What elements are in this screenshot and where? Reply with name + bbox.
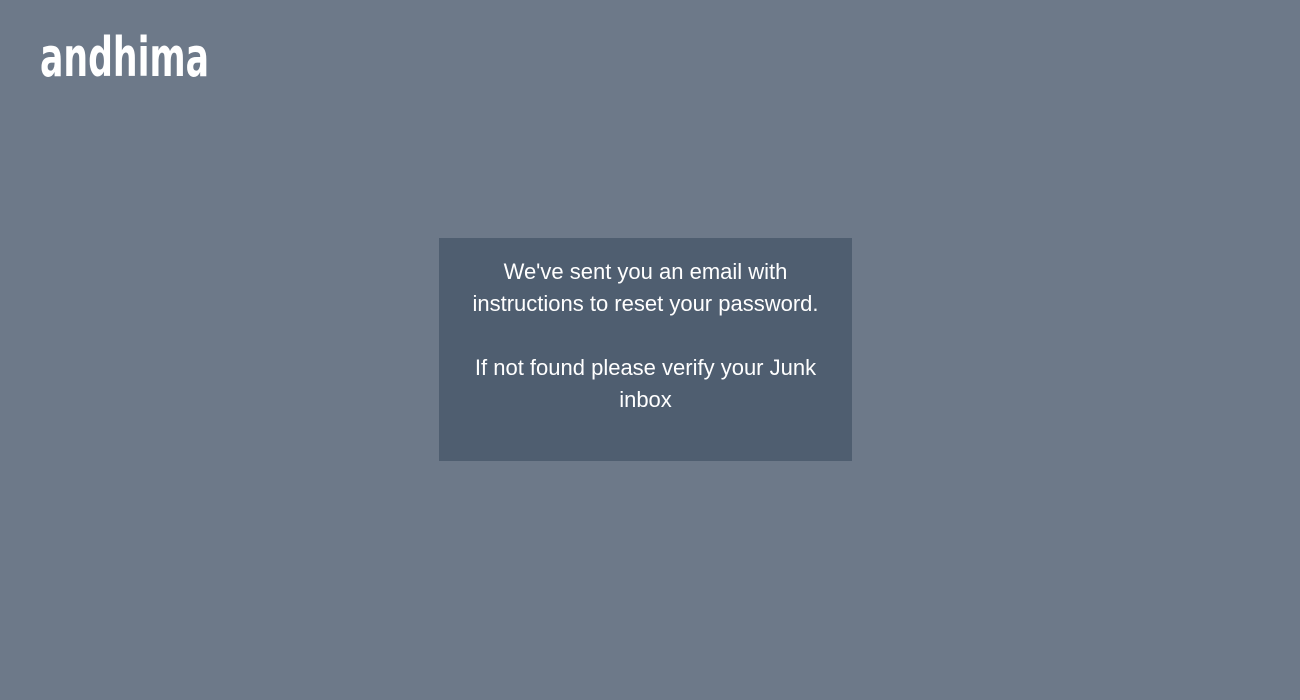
email-sent-message: We've sent you an email with instruction…	[472, 259, 819, 316]
reset-confirmation-panel: We've sent you an email with instruction…	[439, 238, 852, 461]
junk-inbox-message: If not found please verify your Junk inb…	[474, 355, 817, 412]
brand-logo-text: andhima	[40, 26, 209, 80]
brand-logo: andhima	[40, 26, 209, 80]
